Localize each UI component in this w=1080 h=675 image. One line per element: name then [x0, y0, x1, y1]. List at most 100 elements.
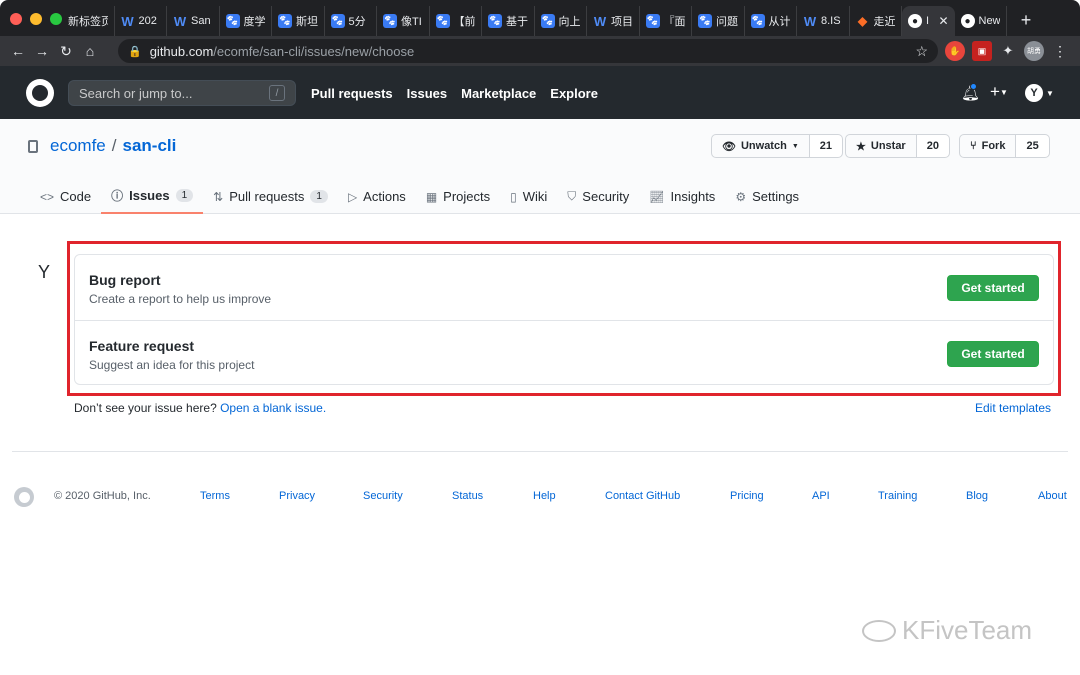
tab-insights[interactable]: 📈︎ Insights	[639, 179, 725, 214]
footer-link-blog[interactable]: Blog	[966, 490, 988, 502]
browser-tab[interactable]: ● I ✕	[902, 6, 955, 36]
extension-adblock-icon[interactable]: ✋	[945, 41, 965, 61]
global-nav-issues[interactable]: Issues	[407, 86, 447, 101]
browser-tab[interactable]: 🐾︎ 度学	[220, 6, 272, 36]
footer-link-training[interactable]: Training	[878, 490, 917, 502]
global-nav-explore[interactable]: Explore	[550, 86, 598, 101]
reload-button[interactable]: ↻	[54, 43, 78, 60]
browser-menu-icon[interactable]: ⋮	[1050, 41, 1070, 61]
watch-count[interactable]: 21	[809, 134, 843, 158]
tab-settings[interactable]: ⚙ Settings	[725, 179, 809, 214]
new-tab-button[interactable]: +	[1016, 10, 1036, 31]
eye-icon: 👁︎	[722, 140, 736, 153]
tab-strip: 新标签页W202WSan🐾︎度学🐾︎斯坦🐾︎5分🐾︎像TI🐾︎【前🐾︎基于🐾︎向…	[0, 0, 1080, 36]
address-bar[interactable]: 🔒 github.com /ecomfe/san-cli/issues/new/…	[118, 39, 938, 63]
unwatch-button[interactable]: 👁︎ Unwatch ▼	[711, 134, 810, 158]
minimize-window-button[interactable]	[30, 13, 42, 25]
blank-issue-question: Don’t see your issue here?	[74, 401, 217, 415]
book-icon: ▯	[510, 189, 517, 204]
tab-security[interactable]: ⛉ Security	[557, 179, 639, 214]
forward-button[interactable]: →	[30, 43, 54, 59]
browser-tab[interactable]: ◆ 走近	[850, 6, 902, 36]
open-blank-issue-link[interactable]: Open a blank issue.	[220, 401, 326, 415]
footer-link-status[interactable]: Status	[452, 490, 483, 502]
tab-projects[interactable]: ▦ Projects	[416, 179, 500, 214]
bookmark-star-icon[interactable]: ☆	[915, 43, 928, 60]
browser-tab[interactable]: W San	[167, 6, 220, 36]
template-description: Suggest an idea for this project	[89, 358, 255, 372]
browser-tab-title: 向上	[558, 16, 581, 28]
browser-tab-title: 项目	[611, 16, 633, 28]
tab-pull-requests[interactable]: ⇅ Pull requests 1	[203, 179, 338, 214]
graph-icon: 📈︎	[649, 189, 665, 204]
chevron-down-icon: ▼	[791, 142, 799, 150]
repo-nav: <> Code ⓘ Issues 1 ⇅ Pull requests 1 ▷ Actions ▦ Pr…	[30, 179, 809, 214]
fork-icon: ⑂	[970, 140, 977, 152]
get-started-button[interactable]: Get started	[947, 341, 1039, 367]
browser-tab[interactable]: 🐾︎ 问题	[692, 6, 745, 36]
browser-tab-title: 问题	[716, 16, 738, 28]
browser-tab[interactable]: 🐾︎ 『面	[640, 6, 692, 36]
back-button[interactable]: ←	[6, 43, 30, 59]
footer-link-api[interactable]: API	[812, 490, 830, 502]
repo-header: ecomfe / san-cli 👁︎ Unwatch ▼ 21 ★ Unstar 2…	[0, 119, 1080, 214]
tab-label: Wiki	[522, 189, 548, 204]
browser-tab[interactable]: 🐾︎ 基于	[482, 6, 535, 36]
get-started-button[interactable]: Get started	[947, 275, 1039, 301]
browser-tab[interactable]: 新标签页	[62, 6, 115, 36]
browser-tab[interactable]: ● New	[955, 6, 1007, 36]
global-nav-marketplace[interactable]: Marketplace	[461, 86, 536, 101]
fork-group: ⑂ Fork 25	[959, 134, 1050, 158]
repo-name-link[interactable]: san-cli	[122, 136, 176, 156]
footer-link-about[interactable]: About	[1038, 490, 1067, 502]
user-menu[interactable]: Y ▼	[1025, 84, 1054, 102]
footer-link-help[interactable]: Help	[533, 490, 556, 502]
repo-title: ecomfe / san-cli	[28, 136, 176, 156]
maximize-window-button[interactable]	[50, 13, 62, 25]
browser-tab[interactable]: W 8.IS	[797, 6, 850, 36]
create-new-menu[interactable]: +▼	[990, 82, 1008, 102]
browser-tab[interactable]: 🐾︎ 斯坦	[272, 6, 325, 36]
unstar-button[interactable]: ★ Unstar	[845, 134, 917, 158]
home-button[interactable]: ⌂	[78, 43, 102, 59]
global-nav-pull-requests[interactable]: Pull requests	[311, 86, 393, 101]
extension-red-icon[interactable]: ▣	[972, 41, 992, 61]
repo-owner-link[interactable]: ecomfe	[50, 136, 106, 156]
browser-toolbar: ← → ↻ ⌂ 🔒 github.com /ecomfe/san-cli/iss…	[0, 36, 1080, 66]
fork-button[interactable]: ⑂ Fork	[959, 134, 1017, 158]
user-avatar: Y	[1025, 84, 1043, 102]
browser-tab[interactable]: 🐾︎ 5分	[325, 6, 377, 36]
browser-tab-title: 202	[138, 15, 157, 27]
footer-link-security[interactable]: Security	[363, 490, 403, 502]
user-initial-label: Y	[38, 262, 51, 282]
footer-link-pricing[interactable]: Pricing	[730, 490, 764, 502]
browser-tab[interactable]: 🐾︎ 【前	[430, 6, 482, 36]
search-input[interactable]: Search or jump to... /	[68, 80, 296, 106]
tab-code[interactable]: <> Code	[30, 179, 101, 214]
project-icon: ▦	[425, 189, 438, 204]
footer-link-contact-github[interactable]: Contact GitHub	[605, 490, 680, 502]
browser-tab[interactable]: 🐾︎ 从计	[745, 6, 797, 36]
close-window-button[interactable]	[10, 13, 22, 25]
footer-link-terms[interactable]: Terms	[200, 490, 230, 502]
watermark: KFiveTeam	[862, 615, 1032, 646]
lock-icon: 🔒	[128, 45, 142, 58]
footer-link-privacy[interactable]: Privacy	[279, 490, 315, 502]
browser-tab[interactable]: 🐾︎ 向上	[535, 6, 587, 36]
browser-tab[interactable]: W 202	[115, 6, 167, 36]
edit-templates-link[interactable]: Edit templates	[975, 401, 1051, 415]
profile-avatar[interactable]: 胡勇	[1024, 41, 1044, 61]
footer: © 2020 GitHub, Inc. Terms Privacy Security…	[12, 451, 1068, 507]
close-tab-icon[interactable]: ✕	[938, 14, 948, 28]
github-footer-logo-icon[interactable]	[14, 487, 34, 507]
tab-issues[interactable]: ⓘ Issues 1	[101, 179, 204, 214]
fork-count[interactable]: 25	[1016, 134, 1050, 158]
github-logo-icon[interactable]	[26, 79, 54, 107]
tab-wiki[interactable]: ▯ Wiki	[500, 179, 557, 214]
tab-counter: 1	[175, 189, 194, 202]
browser-tab[interactable]: 🐾︎ 像TI	[377, 6, 430, 36]
browser-tab[interactable]: W 项目	[587, 6, 640, 36]
tab-actions[interactable]: ▷ Actions	[338, 179, 416, 214]
extensions-puzzle-icon[interactable]: ✦	[998, 41, 1018, 61]
star-count[interactable]: 20	[916, 134, 950, 158]
